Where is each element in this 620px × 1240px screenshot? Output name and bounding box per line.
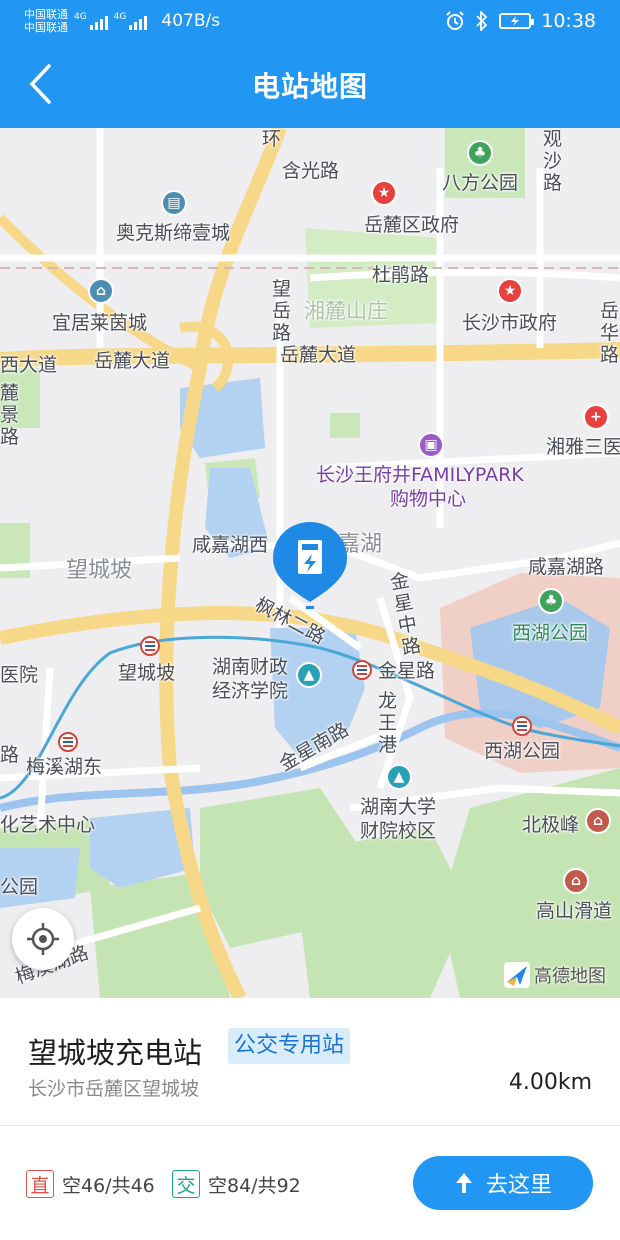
network-type-1: 4G bbox=[74, 12, 87, 22]
map-label: 路 bbox=[0, 744, 20, 766]
map-label: 财院校区 bbox=[360, 820, 437, 842]
page-title: 电站地图 bbox=[251, 70, 368, 103]
park-icon[interactable]: ♣ bbox=[538, 588, 564, 614]
map-label: 岳华路 bbox=[600, 300, 620, 366]
map-label: 北极峰 bbox=[522, 814, 580, 836]
charging-station-icon bbox=[273, 522, 347, 609]
map-label: 湖南大学 bbox=[360, 796, 437, 818]
map-attribution: 高德地图 bbox=[504, 962, 606, 988]
station-map-screen: 中国联通 中国联通 4G 4G 407B/s 10:38 电站地图 环 含光路 … bbox=[0, 0, 620, 1240]
net-speed: 407B/s bbox=[161, 11, 221, 31]
map-label: 望城坡 bbox=[66, 558, 133, 583]
battery-icon bbox=[499, 13, 535, 29]
station-name: 望城坡充电站 bbox=[28, 1036, 203, 1070]
metro-station-icon[interactable] bbox=[58, 732, 78, 752]
ac-badge: 交 bbox=[172, 1170, 200, 1198]
carrier-2: 中国联通 bbox=[24, 21, 68, 34]
locate-button[interactable] bbox=[12, 908, 74, 970]
chevron-left-icon bbox=[29, 64, 51, 104]
metro-station-icon[interactable] bbox=[352, 660, 372, 680]
dc-count: 空46/共46 bbox=[62, 1174, 155, 1197]
navigate-button[interactable]: 去这里 bbox=[413, 1156, 593, 1210]
map-label: 湘麓山庄 bbox=[304, 299, 388, 323]
map-label: 化艺术中心 bbox=[0, 814, 96, 836]
map-label: 西湖公园 bbox=[512, 622, 589, 644]
map-label: 八方公园 bbox=[442, 172, 519, 194]
map-label: 岳麓大道 bbox=[280, 344, 357, 366]
map-label: 宜居莱茵城 bbox=[52, 312, 148, 334]
map-label: 奥克斯缔壹城 bbox=[116, 222, 231, 244]
station-info-card[interactable]: 望城坡充电站 公交专用站 长沙市岳麓区望城坡 4.00km 直 空46/共46 … bbox=[0, 998, 620, 1240]
government-icon[interactable]: ★ bbox=[497, 278, 523, 304]
metro-station-icon[interactable] bbox=[512, 716, 532, 736]
status-right: 10:38 bbox=[445, 10, 596, 32]
map-label: 西湖公园 bbox=[484, 740, 561, 762]
map-label: 长沙市政府 bbox=[462, 312, 558, 334]
map-label: 湖南财政 bbox=[212, 656, 289, 678]
amap-logo-icon bbox=[504, 962, 530, 988]
map-label: 长沙王府井FAMILYPARK bbox=[316, 464, 524, 486]
map-label: 岳麓大道 bbox=[94, 350, 171, 372]
map-label: 高山滑道 bbox=[536, 900, 613, 922]
back-button[interactable] bbox=[16, 60, 64, 108]
ac-count: 空84/共92 bbox=[208, 1174, 301, 1197]
app-header: 中国联通 中国联通 4G 4G 407B/s 10:38 电站地图 bbox=[0, 0, 620, 128]
station-address: 长沙市岳麓区望城坡 bbox=[28, 1078, 200, 1100]
park-icon[interactable]: ♣ bbox=[467, 140, 493, 166]
map-label: 望城坡 bbox=[118, 662, 176, 684]
map-label: 观沙路 bbox=[543, 128, 563, 194]
scenic-icon[interactable]: ⌂ bbox=[563, 868, 589, 894]
title-bar: 电站地图 bbox=[0, 42, 620, 128]
clock: 10:38 bbox=[541, 10, 596, 32]
status-bar: 中国联通 中国联通 4G 4G 407B/s 10:38 bbox=[0, 0, 620, 42]
map-view[interactable]: 环 含光路 观沙路 八方公园 岳麓区政府 奥克斯缔壹城 杜鹃路 望岳路 湘麓山庄… bbox=[0, 128, 620, 998]
alarm-icon bbox=[446, 11, 464, 30]
shopping-icon[interactable]: ▣ bbox=[418, 432, 444, 458]
map-label: 金星路 bbox=[378, 660, 436, 682]
map-label: 经济学院 bbox=[212, 680, 289, 702]
map-label: 湘雅三医 bbox=[546, 436, 620, 458]
map-label: 咸嘉湖路 bbox=[528, 556, 605, 578]
metro-station-icon[interactable] bbox=[140, 636, 160, 656]
map-label: 杜鹃路 bbox=[372, 264, 430, 286]
navigate-button-label: 去这里 bbox=[485, 1173, 552, 1198]
map-label: 岳麓区政府 bbox=[364, 214, 460, 236]
map-label: 望岳路 bbox=[272, 278, 292, 344]
map-label: 医院 bbox=[0, 664, 39, 686]
map-label: 西大道 bbox=[0, 354, 58, 376]
station-info-header: 望城坡充电站 公交专用站 长沙市岳麓区望城坡 4.00km bbox=[0, 998, 620, 1126]
map-label: 咸嘉湖西 bbox=[192, 534, 269, 556]
scenic-icon[interactable]: ⌂ bbox=[585, 808, 611, 834]
station-type-badge: 公交专用站 bbox=[228, 1028, 351, 1064]
charging-station-pin[interactable] bbox=[270, 518, 350, 614]
government-icon[interactable]: ★ bbox=[371, 180, 397, 206]
locate-icon bbox=[27, 923, 59, 955]
station-distance: 4.00km bbox=[508, 1070, 592, 1095]
station-availability: 直 空46/共46 交 空84/共92 去这里 bbox=[0, 1126, 620, 1240]
building-icon[interactable]: ▤ bbox=[161, 190, 187, 216]
amap-attribution-text: 高德地图 bbox=[534, 966, 606, 987]
hospital-icon[interactable]: + bbox=[583, 404, 609, 430]
signal-icon: 4G bbox=[74, 12, 108, 30]
dc-pile-availability: 直 空46/共46 bbox=[26, 1170, 155, 1198]
map-label: 购物中心 bbox=[390, 488, 467, 510]
school-icon[interactable]: ▲ bbox=[386, 764, 412, 790]
carrier-1: 中国联通 bbox=[24, 8, 68, 21]
map-label: 龙王港 bbox=[378, 690, 398, 756]
ac-pile-availability: 交 空84/共92 bbox=[172, 1170, 301, 1198]
map-label: 麓景路 bbox=[0, 382, 20, 448]
dc-badge: 直 bbox=[26, 1170, 54, 1198]
school-icon[interactable]: ▲ bbox=[296, 662, 322, 688]
map-label: 环 bbox=[262, 128, 282, 150]
map-label: 含光路 bbox=[282, 160, 340, 182]
carrier-labels: 中国联通 中国联通 bbox=[24, 8, 68, 34]
network-type-2: 4G bbox=[113, 12, 127, 22]
signal-icon-2: 4G bbox=[114, 12, 148, 30]
map-label: 梅溪湖东 bbox=[26, 756, 103, 778]
navigate-arrow-icon bbox=[455, 1173, 472, 1193]
bluetooth-icon bbox=[476, 11, 488, 31]
map-label: 公园 bbox=[0, 876, 39, 898]
building-icon[interactable]: ⌂ bbox=[88, 278, 114, 304]
